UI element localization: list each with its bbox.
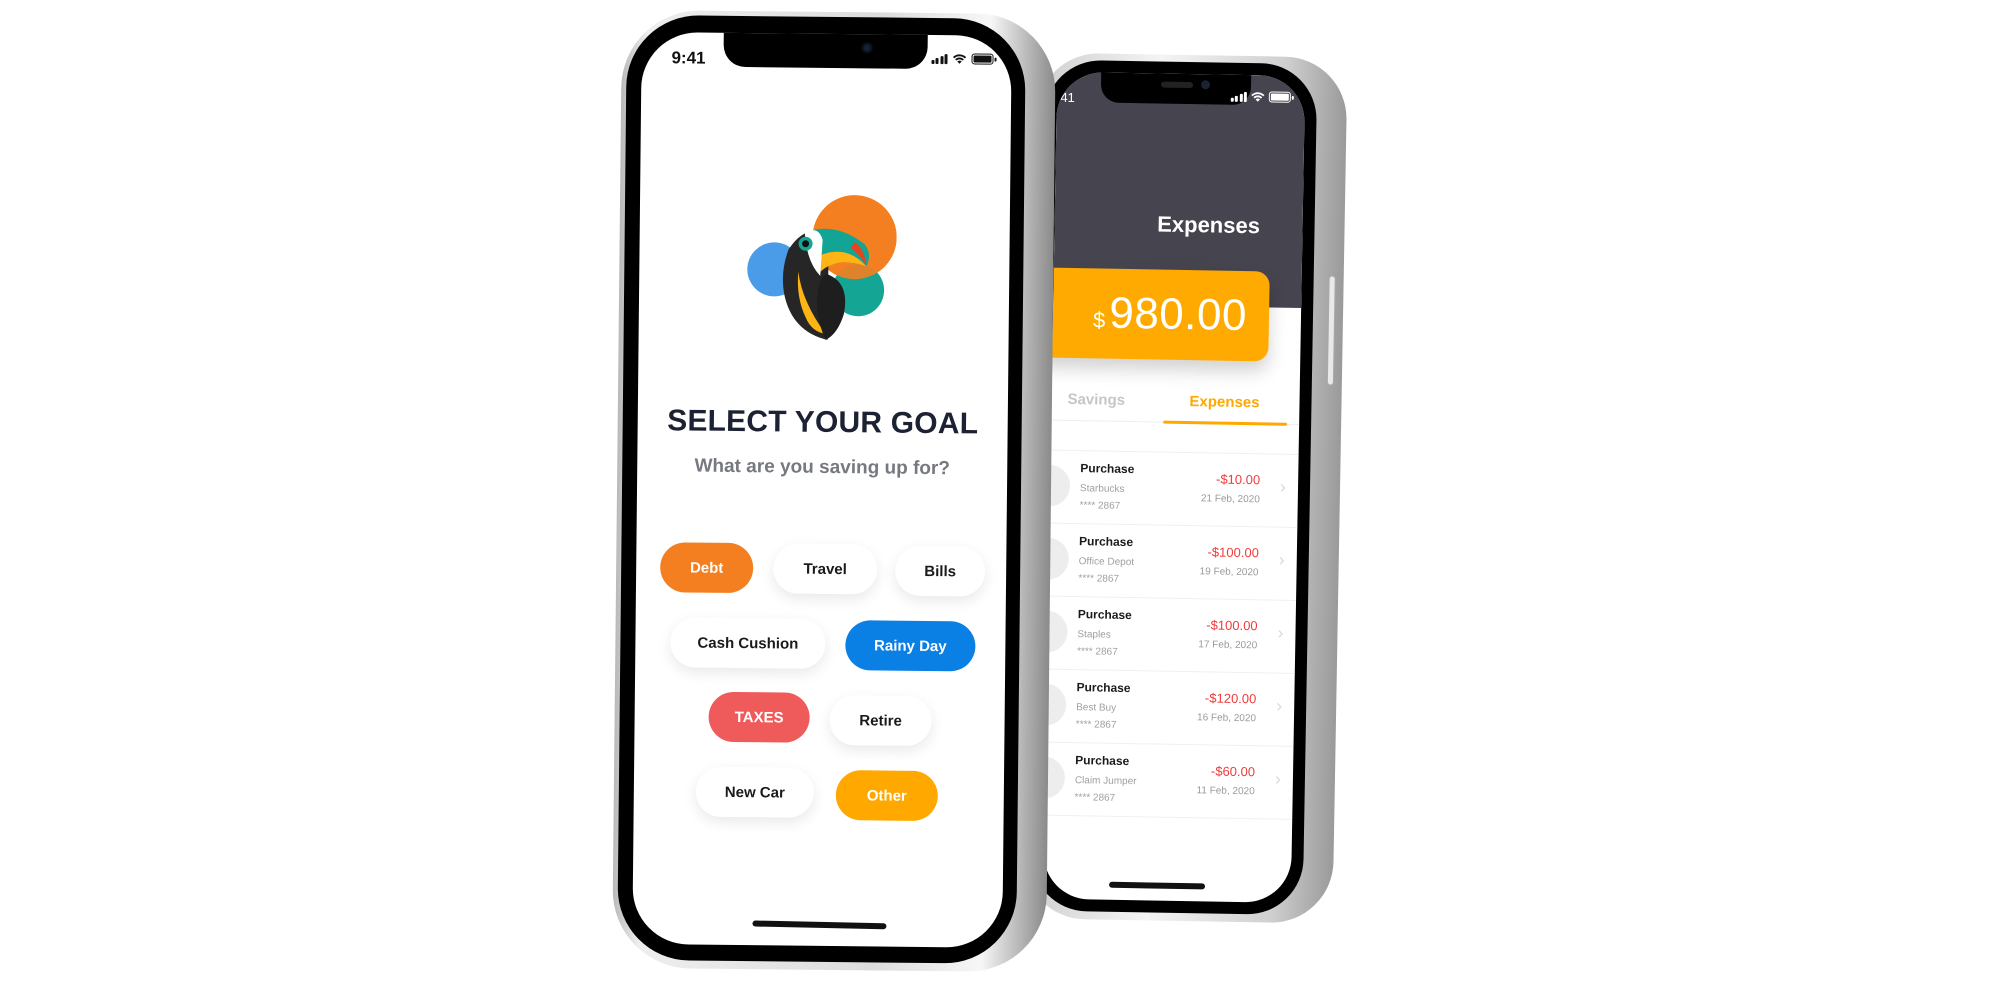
transaction-card: **** 2867 — [1075, 719, 1117, 731]
transaction-card: **** 2867 — [1077, 646, 1118, 658]
goal-chip-new-car[interactable]: New Car — [695, 766, 815, 818]
transaction-card: **** 2867 — [1074, 792, 1116, 804]
transaction-merchant: Office Depot — [1078, 556, 1135, 569]
goal-chip-taxes[interactable]: TAXES — [708, 691, 810, 743]
transaction-card: **** 2867 — [1078, 573, 1120, 585]
transaction-date: 16 Feb, 2020 — [1196, 712, 1257, 725]
battery-icon — [971, 53, 994, 65]
phone-bezel: :41 Expenses $ 980.00 Savings Expenses P… — [1030, 59, 1318, 916]
transaction-merchant: Claim Jumper — [1074, 775, 1137, 788]
transaction-amount: -$10.00 — [1215, 471, 1261, 488]
transaction-type: Purchase — [1077, 607, 1132, 623]
goal-chip-retire[interactable]: Retire — [829, 694, 932, 747]
expenses-screen: :41 Expenses $ 980.00 Savings Expenses P… — [1042, 71, 1306, 903]
balance-card: $ 980.00 — [1042, 267, 1270, 362]
home-indicator — [752, 920, 887, 930]
side-button — [1326, 275, 1336, 386]
transaction-date: 19 Feb, 2020 — [1199, 566, 1259, 579]
transaction-amount: -$100.00 — [1207, 544, 1260, 561]
status-time: 9:41 — [671, 48, 706, 68]
status-time: :41 — [1056, 89, 1076, 106]
chevron-right-icon: › — [1278, 549, 1285, 570]
transaction-list: Purchase Starbucks **** 2867 -$10.00 21 … — [1042, 449, 1299, 820]
goal-chip-rainy-day[interactable]: Rainy Day — [845, 620, 976, 672]
wifi-icon — [952, 54, 967, 64]
currency-symbol: $ — [1092, 307, 1106, 333]
active-tab-indicator — [1163, 420, 1288, 426]
signal-icon — [930, 54, 948, 65]
goal-chip-bills[interactable]: Bills — [894, 545, 986, 597]
transaction-row[interactable]: Purchase Office Depot **** 2867 -$100.00… — [1042, 523, 1298, 601]
goal-phone: 9:41 SELECT YOUR GOAL What are you savin… — [611, 9, 1057, 973]
battery-icon — [1268, 91, 1291, 103]
tab-bar: Savings Expenses — [1051, 384, 1300, 426]
wifi-icon — [1251, 92, 1265, 102]
transaction-row[interactable]: Purchase Best Buy **** 2867 -$120.00 16 … — [1042, 669, 1295, 747]
transaction-date: 21 Feb, 2020 — [1200, 493, 1260, 506]
goal-chip-other[interactable]: Other — [835, 770, 939, 822]
transaction-merchant: Starbucks — [1079, 483, 1125, 495]
goal-screen: 9:41 SELECT YOUR GOAL What are you savin… — [632, 31, 1012, 948]
transaction-row[interactable]: Purchase Staples **** 2867 -$100.00 17 F… — [1042, 596, 1297, 674]
transaction-amount: -$120.00 — [1204, 690, 1257, 707]
signal-icon — [1230, 91, 1247, 103]
chevron-right-icon: › — [1277, 622, 1284, 643]
camera — [861, 42, 873, 54]
chevron-right-icon: › — [1276, 695, 1283, 716]
screen-title: Expenses — [1157, 211, 1261, 239]
speaker — [1160, 81, 1194, 89]
goal-chip-debt[interactable]: Debt — [659, 542, 754, 594]
goal-chip-travel[interactable]: Travel — [772, 543, 878, 595]
tab-savings[interactable]: Savings — [1067, 391, 1125, 409]
transaction-amount: -$100.00 — [1206, 617, 1258, 634]
chevron-right-icon: › — [1274, 768, 1282, 789]
balance-amount: 980.00 — [1108, 288, 1248, 341]
transaction-date: 17 Feb, 2020 — [1198, 639, 1258, 652]
home-indicator — [1109, 881, 1206, 890]
transaction-type: Purchase — [1080, 461, 1135, 477]
notch — [1100, 72, 1252, 106]
chevron-right-icon: › — [1279, 476, 1287, 497]
tab-expenses[interactable]: Expenses — [1189, 393, 1259, 411]
page-subtitle: What are you saving up for? — [694, 455, 951, 480]
notch — [723, 31, 928, 69]
status-icons — [930, 53, 994, 65]
camera — [1200, 80, 1211, 90]
transaction-type: Purchase — [1075, 753, 1130, 769]
toucan-logo — [747, 195, 897, 340]
transaction-type: Purchase — [1076, 680, 1131, 696]
transaction-row[interactable]: Purchase Starbucks **** 2867 -$10.00 21 … — [1042, 450, 1299, 528]
transaction-merchant: Best Buy — [1076, 702, 1117, 714]
expenses-phone: :41 Expenses $ 980.00 Savings Expenses P… — [1022, 52, 1348, 924]
transaction-merchant: Staples — [1077, 629, 1111, 641]
transaction-date: 11 Feb, 2020 — [1196, 785, 1255, 798]
transaction-amount: -$60.00 — [1210, 763, 1256, 780]
status-icons — [1230, 91, 1291, 103]
transaction-type: Purchase — [1078, 534, 1134, 550]
transaction-row[interactable]: Purchase Claim Jumper **** 2867 -$60.00 … — [1042, 742, 1294, 820]
transaction-card: **** 2867 — [1079, 500, 1121, 512]
goal-chip-cash-cushion[interactable]: Cash Cushion — [670, 617, 826, 669]
mockup-stage: :41 Expenses $ 980.00 Savings Expenses P… — [0, 0, 2000, 1000]
page-title: SELECT YOUR GOAL — [667, 404, 979, 441]
